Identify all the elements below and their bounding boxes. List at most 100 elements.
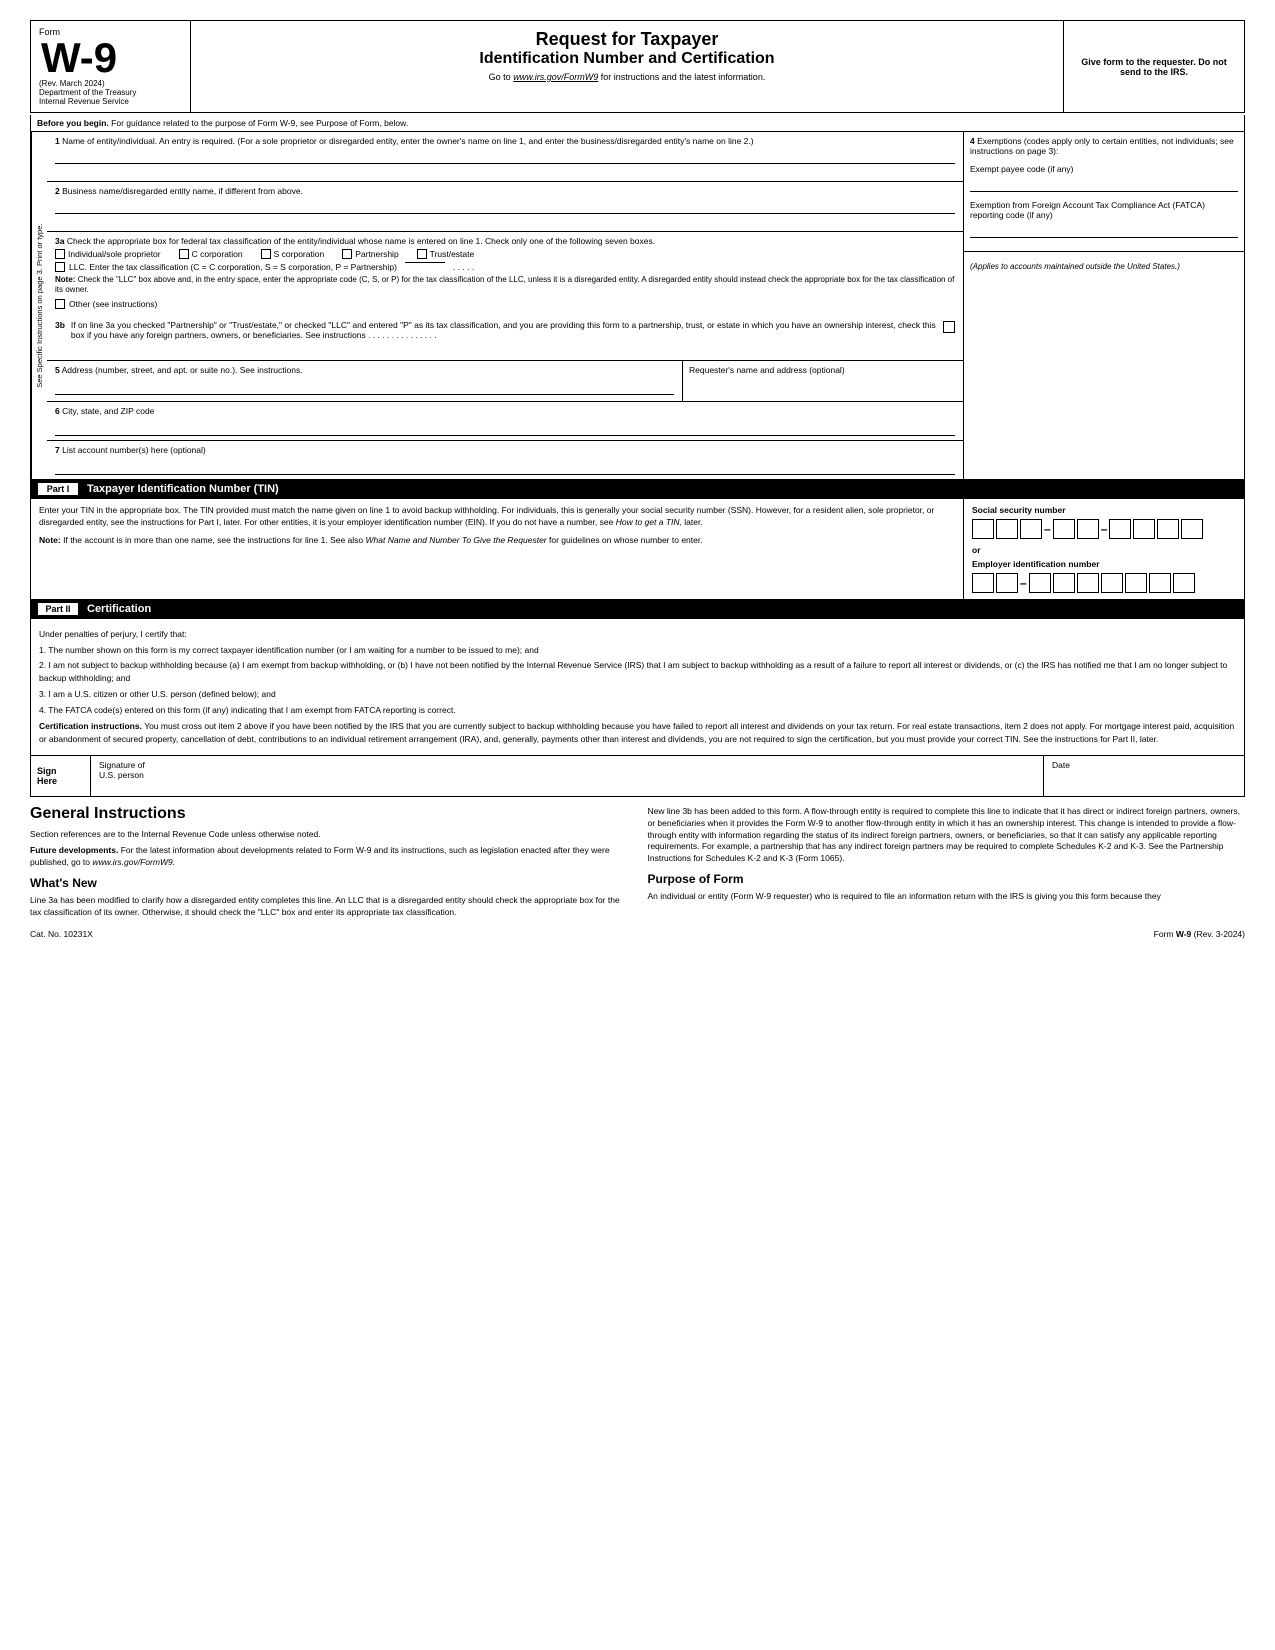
cert-item1: 1. The number shown on this form is my c… bbox=[39, 644, 1236, 657]
cb-partnership-box[interactable] bbox=[342, 249, 352, 259]
field5-text: Address (number, street, and apt. or sui… bbox=[62, 365, 303, 375]
ein-box7[interactable] bbox=[1125, 573, 1147, 593]
part1-header: Part I Taxpayer Identification Number (T… bbox=[30, 480, 1245, 499]
section-refs: Section references are to the Internal R… bbox=[30, 829, 628, 841]
ssn-box1[interactable] bbox=[972, 519, 994, 539]
field1-num: 1 bbox=[55, 136, 60, 146]
cb-other-box[interactable] bbox=[55, 299, 65, 309]
future-label: Future developments. bbox=[30, 845, 118, 855]
ssn-dash1: – bbox=[1044, 522, 1051, 536]
or-label: or bbox=[972, 545, 1236, 555]
ein-box2[interactable] bbox=[996, 573, 1018, 593]
field1-input[interactable] bbox=[55, 148, 955, 164]
cb-s-corp-box[interactable] bbox=[261, 249, 271, 259]
footer-form-label: Form bbox=[1154, 929, 1174, 939]
exempt-fatca-label: Exemption from Foreign Account Tax Compl… bbox=[970, 200, 1238, 220]
requester-label: Requester's name and address (optional) bbox=[689, 365, 957, 375]
ssn-box8[interactable] bbox=[1157, 519, 1179, 539]
cb-partnership-label: Partnership bbox=[355, 249, 398, 259]
part2-box: Part II bbox=[37, 602, 79, 616]
cb-individual[interactable]: Individual/sole proprietor bbox=[55, 249, 161, 259]
field1-label: 1 Name of entity/individual. An entry is… bbox=[55, 136, 955, 146]
ein-box1[interactable] bbox=[972, 573, 994, 593]
ssn-label: Social security number bbox=[972, 505, 1236, 515]
cb-other-label: Other (see instructions) bbox=[69, 299, 157, 309]
ein-box3[interactable] bbox=[1029, 573, 1051, 593]
applies-section: (Applies to accounts maintained outside … bbox=[964, 252, 1244, 275]
field6-input[interactable] bbox=[55, 420, 955, 436]
ein-dash: – bbox=[1020, 576, 1027, 590]
cb-s-corp[interactable]: S corporation bbox=[261, 249, 325, 259]
field3b-row: 3b If on line 3a you checked "Partnershi… bbox=[47, 316, 963, 361]
exemptions-section: 4 Exemptions (codes apply only to certai… bbox=[964, 132, 1244, 252]
ssn-box5[interactable] bbox=[1077, 519, 1099, 539]
before-begin-text: For guidance related to the purpose of F… bbox=[111, 118, 408, 128]
field7-text: List account number(s) here (optional) bbox=[62, 445, 206, 455]
field5-input[interactable] bbox=[55, 379, 674, 395]
field6-row: 6 City, state, and ZIP code bbox=[47, 402, 963, 441]
field2-input[interactable] bbox=[55, 198, 955, 214]
ein-box4[interactable] bbox=[1053, 573, 1075, 593]
dept: Department of the Treasury bbox=[39, 88, 182, 97]
checkbox-row1: Individual/sole proprietor C corporation… bbox=[55, 249, 955, 259]
url-suffix: for instructions and the latest informat… bbox=[601, 72, 766, 82]
date-area[interactable]: Date bbox=[1044, 756, 1244, 796]
field2-label: 2 Business name/disregarded entity name,… bbox=[55, 186, 955, 196]
sign-area: Signature of U.S. person Date bbox=[91, 756, 1244, 796]
ein-label: Employer identification number bbox=[972, 559, 1236, 569]
whats-new-title: What's New bbox=[30, 875, 628, 892]
cb-3b-box[interactable] bbox=[943, 321, 955, 333]
ssn-boxes: – – bbox=[972, 519, 1236, 539]
signature-area[interactable]: Signature of U.S. person bbox=[91, 756, 1044, 796]
general-instructions: General Instructions Section references … bbox=[30, 803, 1245, 922]
title2: Identification Number and Certification bbox=[201, 50, 1053, 68]
cert-instructions-label: Certification instructions. bbox=[39, 721, 142, 731]
field7-row: 7 List account number(s) here (optional) bbox=[47, 441, 963, 479]
cb-individual-box[interactable] bbox=[55, 249, 65, 259]
field3b-content: 3b If on line 3a you checked "Partnershi… bbox=[55, 320, 955, 340]
part2-title: Certification bbox=[87, 603, 151, 615]
cert-text: Under penalties of perjury, I certify th… bbox=[31, 619, 1244, 755]
title1: Request for Taxpayer bbox=[201, 29, 1053, 50]
exempt-fatca-input[interactable] bbox=[970, 222, 1238, 238]
tin-left: Enter your TIN in the appropriate box. T… bbox=[31, 499, 964, 599]
cb-llc[interactable] bbox=[55, 262, 65, 272]
field3a-num: 3a bbox=[55, 236, 64, 246]
header-right: Give form to the requester. Do not send … bbox=[1064, 21, 1244, 112]
ssn-box9[interactable] bbox=[1181, 519, 1203, 539]
cb-llc-box[interactable] bbox=[55, 262, 65, 272]
ein-box9[interactable] bbox=[1173, 573, 1195, 593]
cb-trust[interactable]: Trust/estate bbox=[417, 249, 475, 259]
exempt-payee-input[interactable] bbox=[970, 176, 1238, 192]
ssn-box7[interactable] bbox=[1133, 519, 1155, 539]
footer-rev: (Rev. 3-2024) bbox=[1194, 929, 1245, 939]
cb-s-corp-label: S corporation bbox=[274, 249, 325, 259]
cb-trust-box[interactable] bbox=[417, 249, 427, 259]
cb-c-corp[interactable]: C corporation bbox=[179, 249, 243, 259]
other-row: Other (see instructions) bbox=[55, 299, 955, 309]
note-label: Note: bbox=[55, 275, 75, 284]
cb-c-corp-box[interactable] bbox=[179, 249, 189, 259]
header-center: Request for Taxpayer Identification Numb… bbox=[191, 21, 1064, 112]
ein-box8[interactable] bbox=[1149, 573, 1171, 593]
ein-boxes: – bbox=[972, 573, 1236, 593]
part1-box: Part I bbox=[37, 482, 79, 496]
ssn-box4[interactable] bbox=[1053, 519, 1075, 539]
purpose-title: Purpose of Form bbox=[648, 871, 1246, 888]
field3b-num: 3b bbox=[55, 320, 65, 330]
field3b-text: If on line 3a you checked "Partnership" … bbox=[71, 320, 937, 340]
sig-label: Signature of bbox=[99, 760, 1035, 770]
ssn-box2[interactable] bbox=[996, 519, 1018, 539]
go-to-line: Go to www.irs.gov/FormW9 for instruction… bbox=[201, 72, 1053, 82]
ssn-box3[interactable] bbox=[1020, 519, 1042, 539]
field7-input[interactable] bbox=[55, 459, 955, 475]
cb-partnership[interactable]: Partnership bbox=[342, 249, 398, 259]
ein-box5[interactable] bbox=[1077, 573, 1099, 593]
ssn-box6[interactable] bbox=[1109, 519, 1131, 539]
field1-row: 1 Name of entity/individual. An entry is… bbox=[47, 132, 963, 182]
field4-num: 4 bbox=[970, 136, 975, 146]
ein-box6[interactable] bbox=[1101, 573, 1123, 593]
applies-text: (Applies to accounts maintained outside … bbox=[970, 262, 1238, 271]
form-number: W-9 bbox=[41, 37, 117, 79]
tin-italic: How to get a TIN, bbox=[616, 517, 682, 527]
